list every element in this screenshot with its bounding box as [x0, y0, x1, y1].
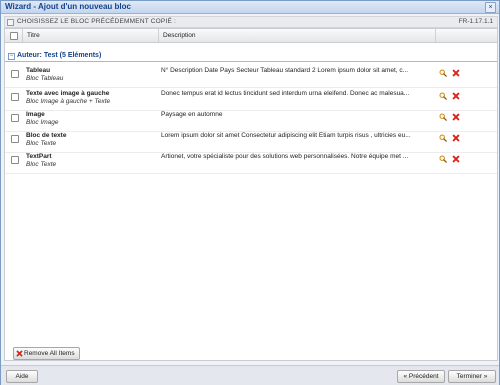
- row-checkbox[interactable]: [11, 93, 19, 101]
- row-checkbox[interactable]: [11, 114, 19, 122]
- table-row[interactable]: TextPart Bloc Texte Artionet, votre spécia…: [5, 151, 497, 174]
- delete-x-icon[interactable]: [452, 155, 460, 163]
- finish-button[interactable]: Terminer »: [448, 370, 496, 383]
- remove-all-button[interactable]: Remove All Items: [13, 347, 80, 360]
- block-grid: Titre Description − Auteur: Test (5 Elém…: [4, 28, 498, 361]
- column-header-titre[interactable]: Titre: [22, 29, 159, 42]
- select-all-checkbox[interactable]: [10, 32, 18, 40]
- row-subtitle: Bloc Tableau: [26, 75, 64, 82]
- row-description: Donec tempus erat id lectus tincidunt se…: [161, 90, 410, 97]
- remove-all-label: Remove All Items: [24, 350, 75, 357]
- version-label: FR-1.17.1.1: [458, 18, 493, 25]
- table-row[interactable]: Image Bloc Image Paysage en automne: [5, 109, 497, 132]
- row-checkbox[interactable]: [11, 156, 19, 164]
- table-row[interactable]: Tableau Bloc Tableau N° Description Date P…: [5, 65, 497, 88]
- delete-x-icon: [16, 350, 23, 357]
- row-description: N° Description Date Pays Secteur Tableau…: [161, 67, 409, 74]
- row-description: Paysage en automne: [161, 111, 223, 118]
- row-subtitle: Bloc Image: [26, 119, 59, 126]
- table-row[interactable]: Bloc de texte Bloc Texte Lorem ipsum dolor…: [5, 130, 497, 153]
- wizard-window: Wizard - Ajout d'un nouveau bloc × CHOIS…: [0, 0, 500, 385]
- row-title: Bloc de texte: [26, 132, 67, 139]
- row-subtitle: Bloc Image à gauche + Texte: [26, 98, 111, 105]
- delete-x-icon[interactable]: [452, 113, 460, 121]
- delete-x-icon[interactable]: [452, 69, 460, 77]
- group-label: Auteur: Test (5 Eléments): [17, 52, 102, 59]
- row-checkbox[interactable]: [11, 70, 19, 78]
- row-description: Artionet, votre spécialiste pour des sol…: [161, 153, 409, 160]
- magnifier-icon[interactable]: [439, 69, 447, 77]
- close-button[interactable]: ×: [485, 2, 496, 13]
- window-title: Wizard - Ajout d'un nouveau bloc: [5, 2, 131, 11]
- previous-button[interactable]: « Précédent: [397, 370, 445, 383]
- delete-x-icon[interactable]: [452, 92, 460, 100]
- magnifier-icon[interactable]: [439, 155, 447, 163]
- step-header: CHOISISSEZ LE BLOC PRÉCÉDEMMENT COPIÉ : …: [4, 16, 498, 28]
- magnifier-icon[interactable]: [439, 113, 447, 121]
- magnifier-icon[interactable]: [439, 92, 447, 100]
- magnifier-icon[interactable]: [439, 134, 447, 142]
- column-header-description[interactable]: Description: [158, 29, 436, 42]
- row-checkbox[interactable]: [11, 135, 19, 143]
- delete-x-icon[interactable]: [452, 134, 460, 142]
- row-title: TextPart: [26, 153, 52, 160]
- group-header[interactable]: − Auteur: Test (5 Eléments): [5, 51, 497, 62]
- row-subtitle: Bloc Texte: [26, 140, 57, 147]
- step-label: CHOISISSEZ LE BLOC PRÉCÉDEMMENT COPIÉ :: [17, 18, 177, 25]
- grid-header: Titre Description: [5, 29, 497, 43]
- row-title: Texte avec image à gauche: [26, 90, 110, 97]
- row-title: Image: [26, 111, 45, 118]
- row-title: Tableau: [26, 67, 51, 74]
- title-bar: Wizard - Ajout d'un nouveau bloc ×: [1, 1, 499, 14]
- step-icon: [7, 19, 14, 26]
- footer-bar: Aide « Précédent Terminer »: [1, 365, 499, 385]
- table-row[interactable]: Texte avec image à gauche Bloc Image à ga…: [5, 88, 497, 111]
- row-description: Lorem ipsum dolor sit amet Consectetur a…: [161, 132, 411, 139]
- collapse-toggle[interactable]: −: [8, 53, 15, 60]
- help-button[interactable]: Aide: [6, 370, 38, 383]
- row-subtitle: Bloc Texte: [26, 161, 57, 168]
